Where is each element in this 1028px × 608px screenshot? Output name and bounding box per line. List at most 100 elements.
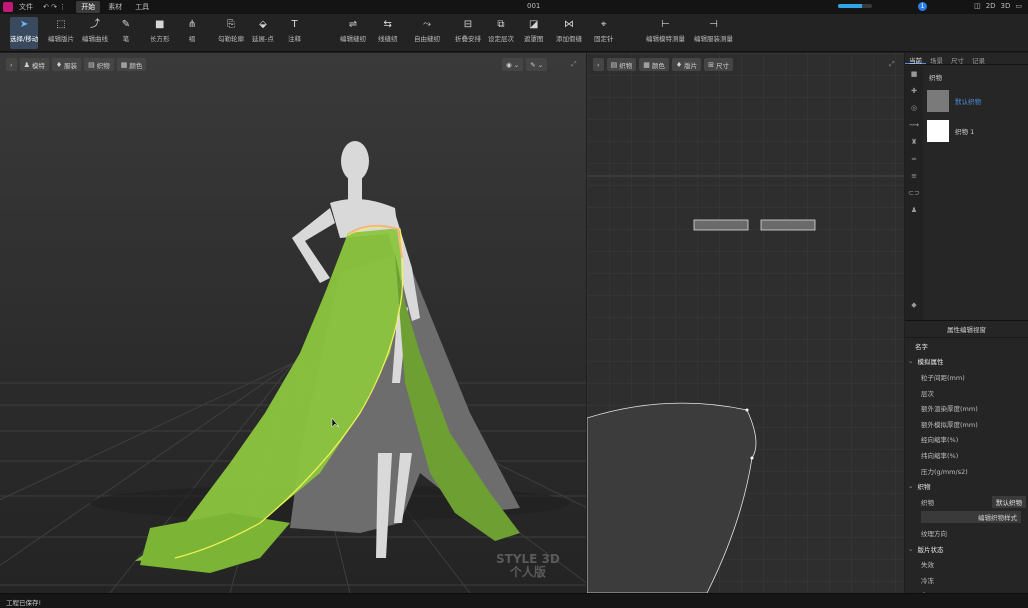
tool-trace[interactable]: ⎘ 勾勒轮廓: [218, 17, 244, 49]
trim-icon[interactable]: ≡: [905, 168, 923, 185]
tool-avatar-measure[interactable]: ⊢ 编辑模特测量: [646, 17, 685, 49]
pattern-point[interactable]: [750, 456, 754, 460]
pattern-point[interactable]: [745, 408, 749, 412]
size-toggle-button[interactable]: ⊞ 尺寸: [704, 58, 734, 71]
simulation-progress: [838, 4, 872, 8]
zipper-icon[interactable]: ⟿: [905, 117, 923, 134]
tool-cursor[interactable]: ➤ 选择/移动: [10, 17, 39, 49]
garment-toggle-button[interactable]: ♦ 服装: [51, 58, 82, 71]
document-title: 001: [527, 2, 541, 10]
view-2d-button[interactable]: 2D: [986, 2, 996, 10]
collapse-icon[interactable]: ‹: [6, 58, 17, 71]
prop-pressure[interactable]: 压力(g/mm/s2): [905, 463, 1028, 479]
property-editor: 属性编辑视窗 名字 ⌄ 模拟属性 粒子间距(mm) 层次 额外渲染厚度(mm) 额…: [905, 320, 1028, 600]
tool-curve[interactable]: ⤴ 编辑曲线: [82, 17, 108, 49]
section-fabric[interactable]: ⌄ 织物: [905, 478, 1028, 494]
prop-warp-shrink[interactable]: 经向缩率(%): [905, 432, 1028, 448]
prop-layer[interactable]: 层次: [905, 385, 1028, 401]
section-simulation[interactable]: ⌄ 模拟属性: [905, 354, 1028, 370]
tool-label: 固定针: [594, 35, 614, 43]
menu-bar: 文件 ↶ ↷ ⋮ 开始 素材 工具 001 1 ◫ 2D 3D ▭: [0, 0, 1028, 14]
tool-label: 线缝纫: [378, 35, 398, 43]
topstitch-icon[interactable]: ═: [905, 151, 923, 168]
button-icon[interactable]: ✚: [905, 83, 923, 100]
tab-history[interactable]: 记录: [968, 53, 989, 65]
prop-freeze[interactable]: 冷冻: [905, 572, 1028, 588]
tool-layer[interactable]: ⧉ 设定层次: [488, 17, 514, 49]
tool-extend-point[interactable]: ⬙ 延展-点: [252, 17, 274, 49]
file-menu[interactable]: 文件: [19, 2, 33, 12]
tab-tools[interactable]: 工具: [130, 1, 154, 13]
prop-render-thickness[interactable]: 额外渲染厚度(mm): [905, 400, 1028, 416]
tool-segment-sewing[interactable]: ⇆ 线缝纫: [378, 17, 398, 49]
tab-current[interactable]: 当前: [905, 53, 926, 65]
prop-deactivate[interactable]: 失效: [905, 556, 1028, 572]
tool-pin[interactable]: ⌖ 固定针: [594, 17, 614, 49]
tab-size[interactable]: 尺寸: [947, 53, 968, 65]
viewport-2d[interactable]: ‹ ▤ 织物 ▦ 颜色 ♦ 版片 ⊞ 尺寸 ⤢: [587, 53, 904, 593]
split-view-icon[interactable]: ◫: [974, 2, 981, 10]
tool-rectangle[interactable]: ■ 长方形: [150, 17, 170, 49]
tool-edit-pattern[interactable]: ⬚ 编辑版片: [48, 17, 74, 49]
notification-badge[interactable]: 1: [918, 2, 927, 11]
maximize-icon[interactable]: ⤢: [571, 60, 577, 69]
edge-icon[interactable]: ⊂⊃: [905, 185, 923, 202]
fabric-toggle-button[interactable]: ▤ 织物: [84, 58, 114, 71]
edit-fabric-style-button[interactable]: 编辑织物样式: [921, 511, 1021, 524]
prop-weft-shrink[interactable]: 纬向缩率(%): [905, 447, 1028, 463]
prop-texture-direction[interactable]: 纹理方向: [905, 525, 1028, 541]
avatar-toggle-label: 模特: [31, 61, 45, 70]
tab-start[interactable]: 开始: [76, 1, 101, 13]
pattern-toggle-button[interactable]: ♦ 版片: [671, 58, 702, 71]
tool-label: 注释: [288, 35, 301, 43]
fabric-toggle-2d-button[interactable]: ▤ 织物: [606, 58, 637, 71]
buttonhole-icon[interactable]: ◎: [905, 100, 923, 117]
prop-particle-distance[interactable]: 粒子间距(mm): [905, 369, 1028, 385]
prop-sim-thickness[interactable]: 额外模拟厚度(mm): [905, 416, 1028, 432]
brush-icon[interactable]: ✎ ⌄: [526, 58, 548, 71]
avatar-toggle-button[interactable]: ♟ 模特: [19, 58, 49, 71]
tool-label: 长方形: [150, 35, 170, 43]
tool-edit-sewing[interactable]: ⇌ 编辑缝纫: [340, 17, 366, 49]
fabric-item-default[interactable]: 默认织物: [925, 88, 1028, 114]
maximize-icon[interactable]: ⤢: [889, 60, 895, 69]
tool-mask[interactable]: ◪ 遮罩图: [524, 17, 544, 49]
edit-sewing-icon: ⇌: [348, 19, 358, 30]
undo-redo-icon[interactable]: ↶ ↷ ⋮: [43, 3, 66, 11]
tool-tack[interactable]: ⋈ 添加假缝: [556, 17, 582, 49]
collapse-icon[interactable]: ‹: [593, 58, 604, 71]
cube-icon[interactable]: ◆: [905, 297, 923, 314]
tool-fold[interactable]: ⊟ 折叠安排: [455, 17, 481, 49]
trace-icon: ⎘: [227, 19, 235, 30]
section-pattern-state[interactable]: ⌄ 版片状态: [905, 541, 1028, 557]
pattern-icon: ♦: [675, 60, 683, 69]
tool-garment-measure[interactable]: ⊣ 编辑服装测量: [694, 17, 733, 49]
view-3d-button[interactable]: 3D: [1001, 2, 1011, 10]
fabric-item-1[interactable]: 织物 1: [925, 118, 1028, 144]
fabric-toggle-2d-label: 织物: [619, 61, 633, 70]
render-mode-icon[interactable]: ◉ ⌄: [502, 58, 524, 71]
tab-material[interactable]: 素材: [103, 1, 127, 13]
tool-pleat[interactable]: ⋔ 褶: [186, 17, 198, 49]
fabric-select[interactable]: 默认织物: [992, 495, 1026, 508]
tool-pen[interactable]: ✎ 笔: [120, 17, 132, 49]
fabric-list: 织物 默认织物 织物 1: [925, 66, 1028, 148]
puller-icon[interactable]: ♜: [905, 134, 923, 151]
tool-free-sewing[interactable]: ⤳ 自由缝纫: [414, 17, 440, 49]
viewport-2d-toolbar: ‹ ▤ 织物 ▦ 颜色 ♦ 版片 ⊞ 尺寸: [593, 58, 734, 71]
color-toggle-2d-button[interactable]: ▦ 颜色: [639, 58, 669, 71]
fabric-icon[interactable]: ■: [905, 66, 923, 83]
tool-annotation[interactable]: T 注释: [288, 17, 301, 49]
avatar-icon[interactable]: ♟: [905, 202, 923, 219]
viewport-3d[interactable]: ‹ ♟ 模特 ♦ 服装 ▤ 织物 ▦ 颜色 ◉ ⌄ ✎ ⌄ ⤢ STYLE 3D 个人版: [0, 53, 586, 593]
pattern-piece-1[interactable]: [693, 219, 749, 231]
tool-label: 遮罩图: [524, 35, 544, 43]
tool-label: 延展-点: [252, 35, 274, 43]
color-toggle-button[interactable]: ▦ 颜色: [116, 58, 147, 71]
tab-scene[interactable]: 场景: [926, 53, 947, 65]
more-icon[interactable]: ▭: [1015, 2, 1022, 10]
pattern-piece-2[interactable]: [760, 219, 816, 231]
right-panel: 当前 场景 尺寸 记录 ■ ✚ ◎ ⟿ ♜ ═ ≡ ⊂⊃ ♟ ◆ 织物 默认织物…: [905, 53, 1028, 600]
garment-train[interactable]: [140, 513, 290, 573]
progress-fill: [838, 4, 862, 8]
